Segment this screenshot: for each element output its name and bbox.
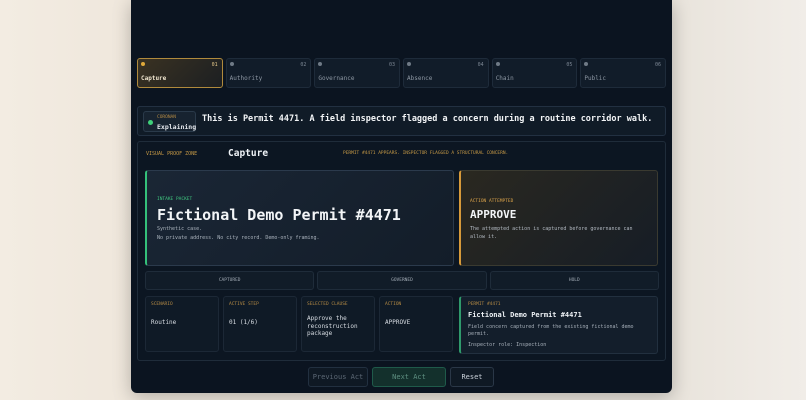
- action-attempted-card: ACTION ATTEMPTED APPROVE The attempted a…: [459, 170, 658, 266]
- tab-label: Governance: [318, 75, 355, 82]
- permit-title: Fictional Demo Permit #4471: [468, 311, 582, 319]
- tab-number: 05: [566, 62, 573, 68]
- action-label: ACTION ATTEMPTED: [470, 199, 514, 204]
- selected-clause-label: SELECTED CLAUSE: [307, 302, 348, 307]
- stage-hold: HOLD: [489, 271, 659, 290]
- tab-number: 01: [211, 62, 218, 68]
- narrator-status: Explaining: [157, 123, 197, 131]
- tab-label: Authority: [229, 75, 263, 82]
- permit-card: PERMIT #4471 Fictional Demo Permit #4471…: [459, 296, 658, 354]
- status-dot-icon: [584, 62, 589, 66]
- tab-chain[interactable]: 05 Chain: [491, 58, 578, 88]
- main-panel: 01 Capture 02 Authority 03 Governance 04…: [131, 0, 672, 393]
- tab-absence[interactable]: 04 Absence: [403, 58, 489, 88]
- intake-line-2: No private address. No city record. Demo…: [157, 235, 320, 241]
- previous-act-button[interactable]: Previous Act: [308, 367, 368, 387]
- selected-clause-cell: SELECTED CLAUSE Approve the reconstructi…: [301, 296, 375, 352]
- permit-role: Inspector role: Inspection: [468, 342, 547, 348]
- action-cell-value: APPROVE: [385, 319, 411, 326]
- active-step-label: ACTIVE STEP: [229, 302, 259, 307]
- active-step-value: 01 (1/6): [229, 319, 258, 326]
- status-dot-icon: [407, 62, 412, 66]
- tab-number: 03: [388, 62, 396, 68]
- tab-number: 04: [477, 62, 484, 68]
- tab-public[interactable]: 06 Public: [580, 58, 667, 88]
- action-cell-label: ACTION: [385, 302, 402, 307]
- narrator-badge: CORONAN Explaining: [143, 111, 196, 132]
- intake-label: INTAKE PACKET: [157, 197, 193, 202]
- status-dot-icon: [495, 62, 500, 66]
- tab-governance[interactable]: 03 Governance: [314, 58, 401, 88]
- next-act-button[interactable]: Next Act: [372, 367, 446, 387]
- narrator-name: CORONAN: [157, 115, 176, 120]
- tab-label: Capture: [141, 75, 167, 82]
- reset-button[interactable]: Reset: [450, 367, 494, 387]
- stage-captured: CAPTURED: [145, 271, 315, 290]
- live-dot-icon: [148, 120, 153, 125]
- proof-zone: VISUAL PROOF ZONE Capture PERMIT #4471 A…: [137, 141, 666, 361]
- stage-track: CAPTURED GOVERNED HOLD: [145, 271, 659, 290]
- tab-label: Absence: [407, 75, 433, 82]
- zone-label: VISUAL PROOF ZONE: [146, 151, 198, 157]
- intake-title: Fictional Demo Permit #4471: [157, 206, 401, 224]
- tab-authority[interactable]: 02 Authority: [225, 58, 312, 88]
- permit-description: Field concern captured from the existing…: [468, 324, 634, 337]
- tab-number: 06: [655, 62, 662, 68]
- action-title: APPROVE: [470, 208, 517, 221]
- permit-label: PERMIT #4471: [468, 302, 501, 307]
- intake-line-1: Synthetic case.: [157, 226, 203, 232]
- narration-bar: CORONAN Explaining This is Permit 4471. …: [137, 106, 666, 136]
- stage-governed: GOVERNED: [317, 271, 487, 290]
- status-dot-icon: [229, 62, 234, 66]
- scenario-cell: SCENARIO Routine: [145, 296, 219, 352]
- action-cell: ACTION APPROVE: [379, 296, 453, 352]
- status-dot-icon: [141, 62, 145, 66]
- intake-packet-card: INTAKE PACKET Fictional Demo Permit #447…: [145, 170, 454, 266]
- tab-label: Public: [584, 75, 607, 82]
- zone-title: Capture: [228, 148, 269, 159]
- narration-message: This is Permit 4471. A field inspector f…: [202, 114, 653, 124]
- act-tabs: 01 Capture 02 Authority 03 Governance 04…: [137, 58, 667, 88]
- zone-status: PERMIT #4471 APPEARS. INSPECTOR FLAGGED …: [343, 151, 509, 156]
- active-step-cell: ACTIVE STEP 01 (1/6): [223, 296, 297, 352]
- tab-capture[interactable]: 01 Capture: [137, 58, 223, 88]
- tab-number: 02: [300, 62, 307, 68]
- action-description: The attempted action is captured before …: [470, 226, 633, 240]
- scenario-value: Routine: [151, 319, 177, 326]
- selected-clause-value: Approve the reconstruction package: [307, 315, 358, 337]
- tab-label: Chain: [495, 75, 514, 82]
- status-dot-icon: [318, 62, 323, 66]
- scenario-label: SCENARIO: [151, 302, 173, 307]
